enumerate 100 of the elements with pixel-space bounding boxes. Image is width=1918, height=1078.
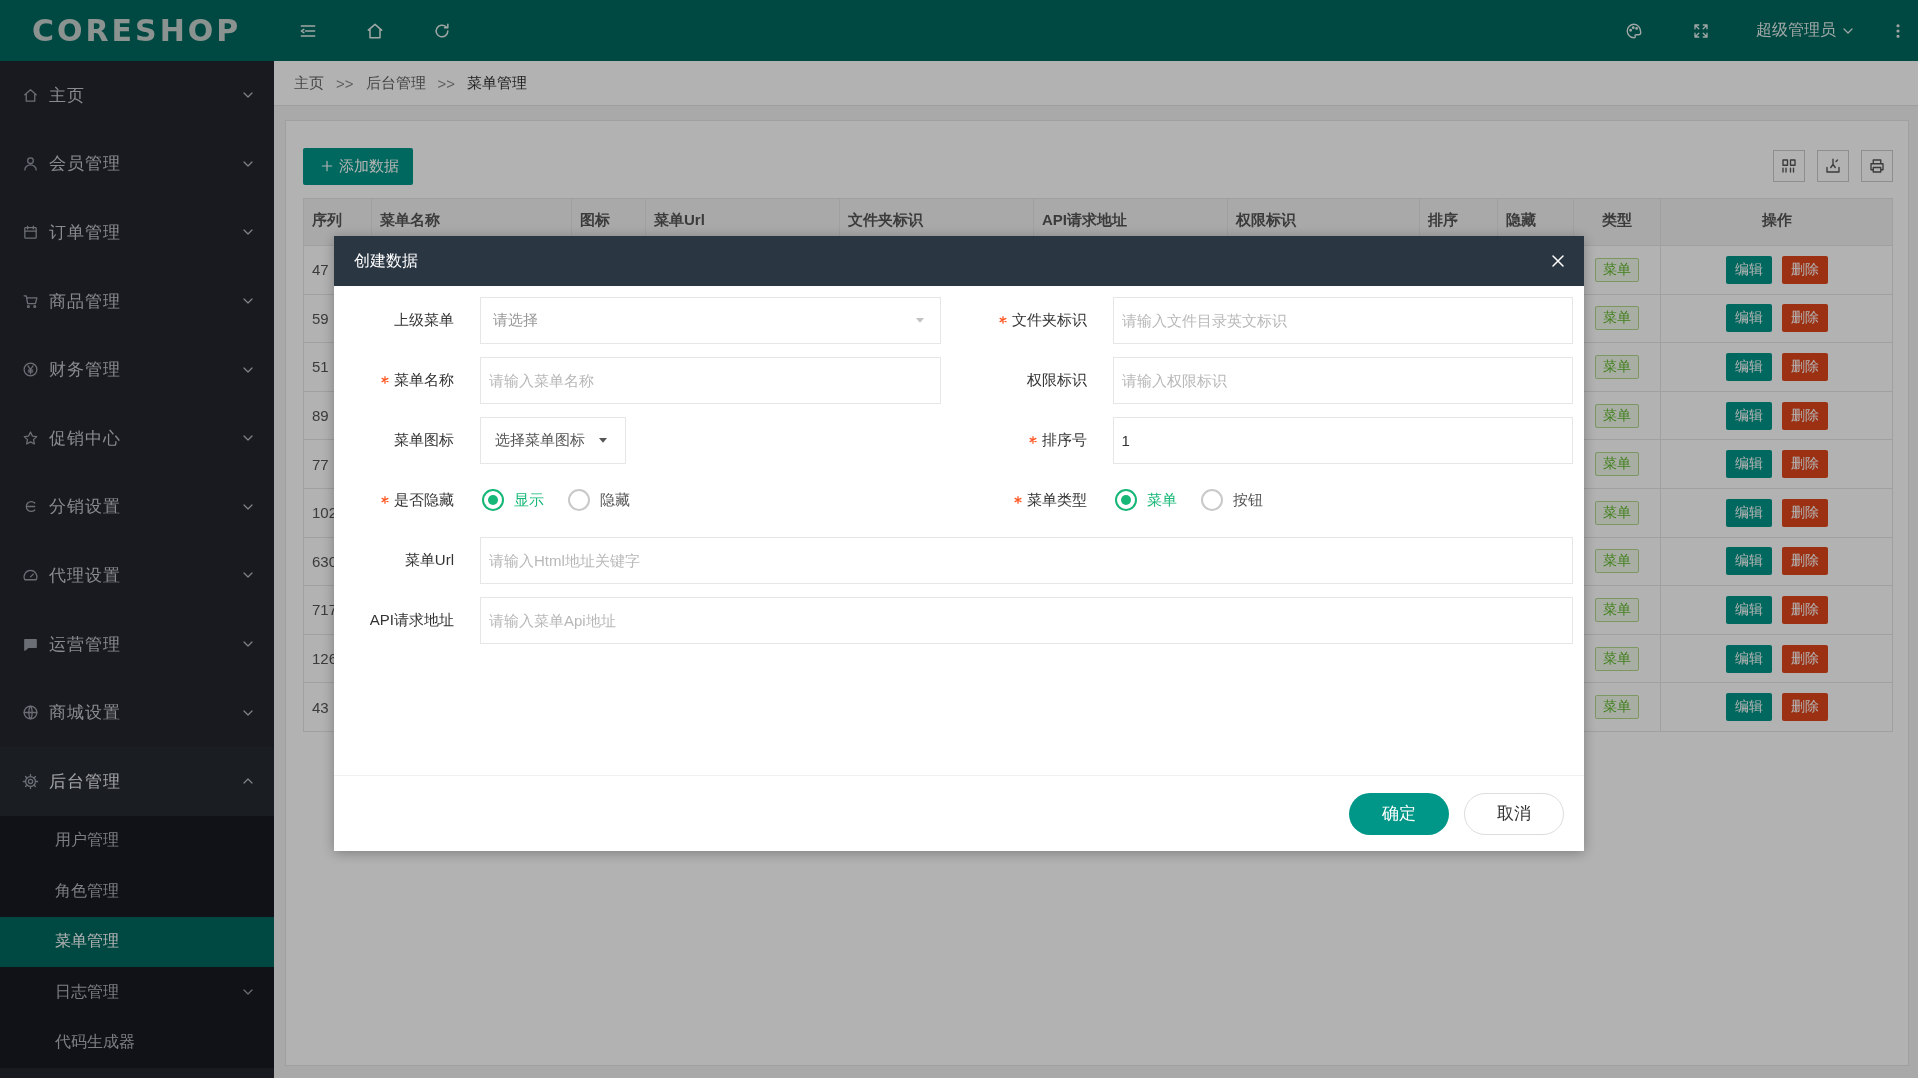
- breadcrumb-current: 菜单管理: [467, 73, 528, 93]
- type-tag: 菜单: [1595, 549, 1639, 574]
- sidebar-item[interactable]: 会员管理: [0, 129, 274, 199]
- delete-button[interactable]: 删除: [1781, 255, 1828, 284]
- export-icon: [1824, 157, 1842, 175]
- delete-button[interactable]: 删除: [1781, 595, 1828, 624]
- sidebar-item[interactable]: 代理设置: [0, 541, 274, 610]
- input-field[interactable]: 请输入权限标识: [1112, 356, 1573, 404]
- edit-button[interactable]: 编辑: [1725, 450, 1772, 479]
- field-label: 文件夹标识: [1011, 310, 1087, 330]
- radio-option[interactable]: 按钮: [1198, 489, 1263, 511]
- cancel-button[interactable]: 取消: [1464, 792, 1564, 835]
- column-header: 操作: [1660, 198, 1893, 246]
- submenu-item[interactable]: 用户管理: [0, 815, 274, 867]
- radio-button[interactable]: [568, 489, 590, 511]
- edit-button[interactable]: 编辑: [1725, 498, 1772, 527]
- print-button[interactable]: [1861, 150, 1893, 182]
- select-field[interactable]: 请选择: [480, 296, 941, 344]
- field-label: 菜单Url: [404, 550, 454, 570]
- edit-button[interactable]: 编辑: [1725, 353, 1772, 381]
- type-tag: 菜单: [1595, 403, 1639, 428]
- field-label: 权限标识: [1026, 370, 1087, 390]
- delete-button[interactable]: 删除: [1781, 401, 1828, 430]
- icon-picker-button[interactable]: 选择菜单图标: [480, 416, 626, 464]
- sidebar-item[interactable]: 财务管理: [0, 335, 274, 404]
- input-field[interactable]: 请输入Html地址关键字: [480, 536, 1573, 584]
- add-button[interactable]: 添加数据: [303, 147, 413, 185]
- field-label: 排序号: [1041, 430, 1087, 450]
- delete-button[interactable]: 删除: [1781, 353, 1828, 381]
- field-label: 菜单图标: [394, 430, 454, 450]
- sidebar-item[interactable]: 运营管理: [0, 609, 274, 679]
- edit-button[interactable]: 编辑: [1725, 304, 1772, 333]
- edit-button[interactable]: 编辑: [1725, 547, 1772, 576]
- sidebar-item[interactable]: 商品管理: [0, 266, 274, 336]
- edit-button[interactable]: 编辑: [1725, 693, 1772, 722]
- columns-button[interactable]: [1773, 150, 1805, 182]
- input-field[interactable]: 请输入菜单名称: [480, 356, 941, 404]
- brand-logo: CORESHOP: [31, 13, 243, 48]
- breadcrumb-link[interactable]: 主页: [294, 73, 324, 93]
- home-icon: [22, 86, 39, 104]
- user-icon: [22, 155, 39, 173]
- delete-button[interactable]: 删除: [1781, 693, 1828, 722]
- type-tag: 菜单: [1595, 257, 1639, 282]
- radio-option[interactable]: 隐藏: [566, 489, 630, 511]
- confirm-button[interactable]: 确定: [1349, 792, 1449, 835]
- export-button[interactable]: [1817, 150, 1849, 182]
- sidebar-item[interactable]: 商城设置: [0, 678, 274, 747]
- delete-button[interactable]: 删除: [1781, 304, 1828, 333]
- field-label: 上级菜单: [394, 310, 454, 330]
- cart-icon: [22, 292, 39, 310]
- delete-button[interactable]: 删除: [1781, 644, 1828, 673]
- breadcrumb-separator: >>: [437, 74, 456, 92]
- column-header: 类型: [1573, 198, 1661, 246]
- star-icon: [22, 429, 39, 447]
- breadcrumb-separator: >>: [336, 74, 354, 92]
- submenu-item[interactable]: 菜单管理: [0, 916, 274, 968]
- type-tag: 菜单: [1595, 306, 1639, 331]
- edit-button[interactable]: 编辑: [1725, 595, 1772, 624]
- input-field[interactable]: 请输入菜单Api地址: [480, 596, 1573, 644]
- radio-button[interactable]: [482, 489, 504, 511]
- columns-icon: [1780, 157, 1798, 175]
- edit-button[interactable]: 编辑: [1725, 255, 1772, 284]
- sidebar-item[interactable]: 促销中心: [0, 403, 274, 473]
- type-tag: 菜单: [1595, 452, 1639, 477]
- breadcrumb-link[interactable]: 后台管理: [365, 73, 426, 93]
- field-label: API请求地址: [369, 610, 454, 630]
- submenu-item[interactable]: 代码生成器: [0, 1017, 274, 1069]
- field-label: 菜单类型: [1026, 490, 1087, 510]
- submenu-item[interactable]: 角色管理: [0, 866, 274, 917]
- type-tag: 菜单: [1595, 646, 1639, 671]
- type-tag: 菜单: [1595, 500, 1639, 525]
- type-tag: 菜单: [1595, 695, 1639, 720]
- calendar-icon: [22, 224, 39, 241]
- field-label: 是否隐藏: [394, 490, 454, 510]
- field-label: 菜单名称: [394, 370, 454, 390]
- delete-button[interactable]: 删除: [1781, 498, 1828, 527]
- radio-option[interactable]: 显示: [480, 489, 544, 511]
- input-field[interactable]: 1: [1112, 416, 1573, 464]
- print-icon: [1868, 157, 1886, 175]
- radio-button[interactable]: [1114, 489, 1137, 511]
- globe-icon: [22, 704, 39, 722]
- sidebar-item[interactable]: 主页: [0, 61, 274, 130]
- type-tag: 菜单: [1595, 597, 1639, 622]
- type-tag: 菜单: [1595, 355, 1639, 379]
- edit-button[interactable]: 编辑: [1725, 644, 1772, 673]
- yen-icon: [22, 361, 39, 379]
- sidebar-item[interactable]: 分销设置: [0, 472, 274, 542]
- edit-button[interactable]: 编辑: [1725, 401, 1772, 430]
- delete-button[interactable]: 删除: [1781, 450, 1828, 479]
- radio-button[interactable]: [1200, 489, 1223, 511]
- input-field[interactable]: 请输入文件目录英文标识: [1112, 296, 1573, 344]
- palette-icon[interactable]: [1624, 21, 1643, 40]
- sidebar-item[interactable]: 订单管理: [0, 198, 274, 267]
- gear-icon: [22, 772, 39, 790]
- radio-option[interactable]: 菜单: [1112, 489, 1177, 511]
- plus-icon: [319, 158, 335, 174]
- submenu-item[interactable]: 日志管理: [0, 967, 274, 1018]
- delete-button[interactable]: 删除: [1781, 547, 1828, 576]
- user-menu[interactable]: 超级管理员: [1734, 0, 1878, 61]
- fullscreen-icon[interactable]: [1691, 21, 1710, 40]
